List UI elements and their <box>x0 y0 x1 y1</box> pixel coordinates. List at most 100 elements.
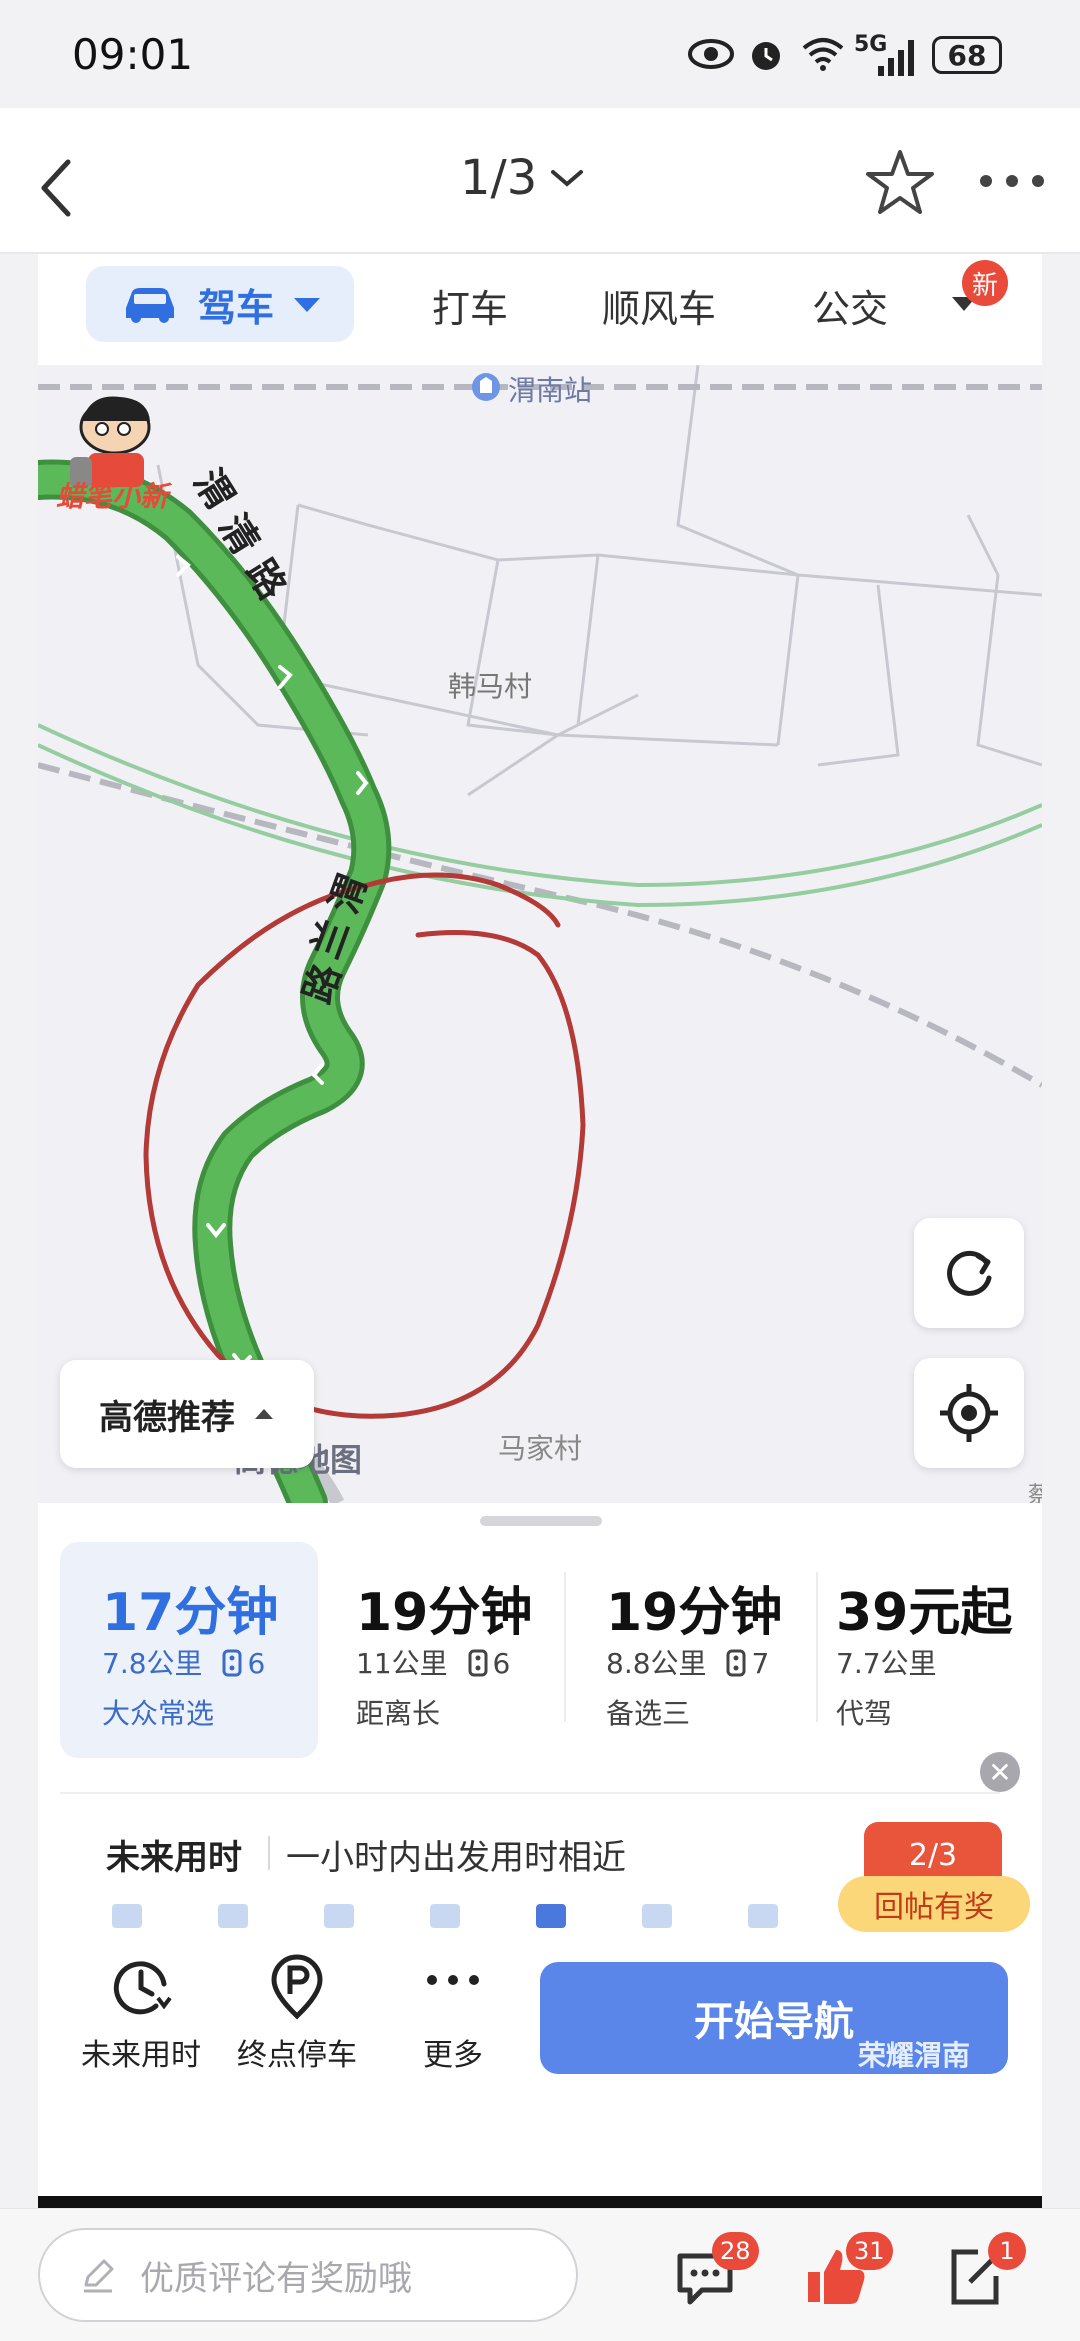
route-meta: 7.8公里 ⁠6 <box>102 1642 265 1682</box>
sheet-divider <box>60 1792 1000 1794</box>
comments-count-badge: 28 <box>712 2232 759 2270</box>
route-option-2[interactable]: 19分钟 11公里 6 距离长 <box>318 1542 568 1758</box>
route-option-3[interactable]: 19分钟 8.8公里 7 备选三 <box>568 1542 818 1758</box>
traffic-light-icon: ⁠ <box>211 1647 247 1680</box>
mode-tab-taxi[interactable]: 打车 <box>432 278 508 333</box>
village-label: 韩马村 <box>448 670 533 703</box>
village2-label: 马家村 <box>498 1432 583 1465</box>
route-lights: 6 <box>492 1647 511 1680</box>
caret-up-icon <box>255 1409 273 1419</box>
route-tag: 代驾 <box>836 1697 893 1730</box>
recommend-toggle[interactable]: 高德推荐 <box>60 1360 314 1468</box>
route-distance: 7.7公里 <box>836 1647 937 1680</box>
future-time-action[interactable]: 未来用时 <box>76 1954 206 2074</box>
mode-tab-bus[interactable]: 公交 <box>812 278 888 333</box>
chevron-down-icon <box>551 170 584 187</box>
future-time-bar[interactable] <box>430 1904 460 1928</box>
car-icon <box>126 288 174 323</box>
comment-placeholder: 优质评论有奖励哦 <box>140 2258 412 2299</box>
traffic-light-icon <box>457 1647 493 1680</box>
recommend-label: 高德推荐 <box>99 1397 235 1438</box>
favorite-button[interactable] <box>862 144 938 220</box>
comment-input[interactable]: 优质评论有奖励哦 <box>38 2228 578 2322</box>
mode-tab-carpool[interactable]: 顺风车 <box>602 278 716 333</box>
clock-icon <box>108 1954 174 2020</box>
route-time: 19分钟 <box>606 1583 783 1643</box>
future-time-bar[interactable] <box>536 1904 566 1928</box>
highway-line-2 <box>38 743 1042 908</box>
route-distance: 8.8公里 <box>606 1647 707 1680</box>
chevron-left-icon <box>41 159 71 217</box>
route-time: 17分钟 <box>102 1583 279 1643</box>
future-time-bar[interactable] <box>642 1904 672 1928</box>
route-distance: 11公里 <box>356 1647 448 1680</box>
future-title-divider <box>268 1836 270 1870</box>
wifi-icon <box>800 34 846 78</box>
traffic-light-icon <box>715 1647 751 1680</box>
route-meta: 11公里 6 <box>356 1642 510 1682</box>
highway-line-1 <box>38 723 1042 888</box>
railway-diagonal <box>38 762 1042 1088</box>
future-time-bar[interactable] <box>218 1904 248 1928</box>
route-distance: 7.8公里 <box>102 1647 203 1680</box>
watermark-text: 荣耀渭南 <box>858 2039 971 2072</box>
page-indicator-text: 1/3 <box>460 150 538 206</box>
likes-count-badge: 31 <box>846 2232 893 2270</box>
eye-icon <box>688 34 734 78</box>
reply-reward-button[interactable]: 回帖有奖 <box>838 1876 1030 1932</box>
sticker-caption: 蜡笔小新 <box>56 480 169 513</box>
refresh-icon <box>947 1250 992 1296</box>
route-option-designated-driver[interactable]: 39元起 7.7公里 代驾 <box>818 1542 1028 1758</box>
more-label: 更多 <box>423 2038 483 2073</box>
route-lights: 7 <box>751 1647 770 1680</box>
route-option-1[interactable]: 17分钟 7.8公里 ⁠6 大众常选 <box>60 1542 318 1758</box>
mode-tab-drive[interactable]: 驾车 <box>86 266 354 342</box>
route-time: 19分钟 <box>356 1583 533 1643</box>
locate-button[interactable] <box>914 1358 1024 1468</box>
battery-indicator: 68 <box>932 36 1002 74</box>
star-icon <box>866 150 934 214</box>
route-tag: 距离长 <box>356 1697 441 1730</box>
future-time-title: 未来用时 <box>106 1838 242 1878</box>
new-badge: 新 <box>962 260 1008 306</box>
status-time: 09:01 <box>72 30 194 79</box>
close-icon[interactable]: ✕ <box>980 1752 1020 1792</box>
page-indicator-dropdown[interactable]: 1/3 <box>460 150 585 206</box>
screenshot-bottom-edge <box>38 2196 1042 2208</box>
back-button[interactable] <box>24 136 104 226</box>
map-view[interactable]: 渭南站 韩马村 马家村 蔡 渭 清 路 渭 兰 路 蜡笔小新 高德地图 <box>38 365 1042 1503</box>
crosshair-icon <box>940 1384 998 1442</box>
station-label: 渭南站 <box>508 374 593 407</box>
future-time-bar[interactable] <box>748 1904 778 1928</box>
future-time-description: 一小时内出发用时相近 <box>286 1838 626 1878</box>
more-horizontal-icon <box>980 175 1044 187</box>
end-parking-action[interactable]: 终点停车 <box>232 1954 362 2074</box>
more-options-button[interactable] <box>972 156 1052 206</box>
route-divider <box>564 1572 566 1722</box>
route-lights: 6 <box>247 1647 266 1680</box>
mode-drive-label: 驾车 <box>198 285 275 330</box>
share-count-badge: 1 <box>988 2232 1026 2270</box>
route-time: 39元起 <box>836 1583 1013 1643</box>
end-parking-label: 终点停车 <box>237 2038 357 2073</box>
route-tag: 大众常选 <box>102 1697 215 1730</box>
refresh-button[interactable] <box>914 1218 1024 1328</box>
route-meta: 8.8公里 7 <box>606 1642 769 1682</box>
like-button[interactable]: 31 <box>802 2232 893 2316</box>
future-time-bar[interactable] <box>112 1904 142 1928</box>
share-button[interactable]: 1 <box>940 2232 1026 2316</box>
pencil-icon <box>84 2259 114 2293</box>
signal-icon <box>876 34 922 78</box>
map-canvas <box>38 365 1042 1503</box>
comments-button[interactable]: 28 <box>672 2232 759 2316</box>
map-edge-label: 蔡 <box>1028 1483 1042 1503</box>
future-time-label: 未来用时 <box>81 2038 201 2073</box>
more-action[interactable]: 更多 <box>388 1954 518 2074</box>
route-tag: 备选三 <box>606 1697 691 1730</box>
sheet-drag-handle[interactable] <box>480 1516 602 1526</box>
caret-down-icon <box>294 298 321 312</box>
more-horizontal-icon <box>420 1954 486 2020</box>
alarm-icon <box>746 34 786 78</box>
parking-pin-icon <box>264 1954 330 2020</box>
future-time-bar[interactable] <box>324 1904 354 1928</box>
